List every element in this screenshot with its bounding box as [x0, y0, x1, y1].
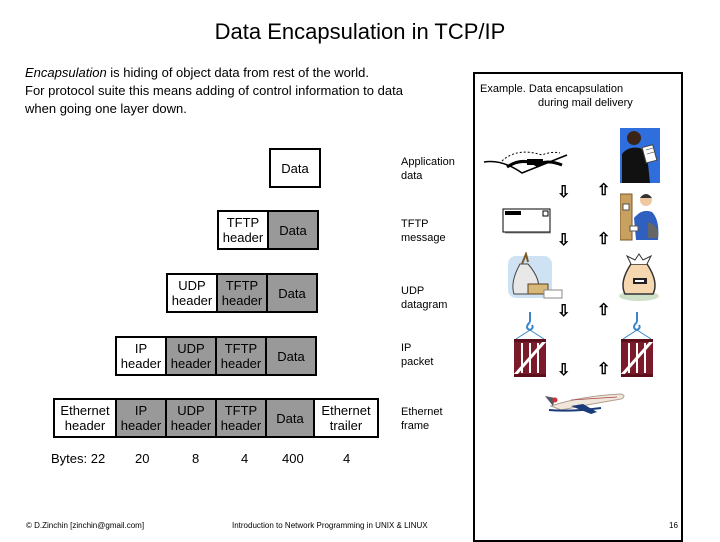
udp-header-cell: UDP header [167, 338, 217, 374]
person-reading-letter-icon [620, 128, 660, 183]
tftp-header-cell: TFTP header [219, 212, 269, 248]
ip-header-cell: IP header [117, 338, 167, 374]
mail-sack-icon [508, 252, 563, 299]
mail-carrier-icon [620, 193, 659, 241]
up-arrow-icon: ⇧ [597, 182, 611, 199]
data-cell: Data [267, 338, 315, 374]
down-arrow-icon: ⇩ [557, 303, 571, 320]
layer-label-tftp: TFTP message [401, 218, 446, 244]
down-arrow-icon: ⇩ [557, 184, 571, 201]
down-arrow-icon: ⇩ [557, 362, 571, 379]
bytes-udp: 8 [192, 451, 200, 466]
up-arrow-icon: ⇧ [597, 361, 611, 378]
application-data-box: Data [269, 148, 321, 188]
ethernet-trailer-cell: Ethernet trailer [315, 400, 377, 436]
up-arrow-icon: ⇧ [597, 302, 611, 319]
layer-label-application: Application data [401, 156, 455, 182]
udp-header-cell: UDP header [167, 400, 217, 436]
layer-label-ethernet: Ethernet frame [401, 406, 443, 432]
footer-author: © D.Zinchin [zinchin@gmail.com] [26, 521, 145, 530]
bytes-trailer: 4 [343, 451, 351, 466]
intro-line-3: when going one layer down. [25, 101, 187, 116]
page-number: 16 [669, 521, 678, 530]
tftp-header-cell: TFTP header [217, 400, 267, 436]
footer-course-title: Introduction to Network Programming in U… [232, 521, 428, 530]
bytes-tftp: 4 [241, 451, 249, 466]
up-arrow-icon: ⇧ [597, 231, 611, 248]
data-cell: Data [269, 212, 317, 248]
ethernet-frame-box: Ethernet header IP header UDP header TFTP he… [53, 398, 379, 438]
cargo-crate-icon [513, 312, 547, 377]
airplane-icon [545, 393, 625, 414]
ip-header-cell: IP header [117, 400, 167, 436]
udp-header-cell: UDP header [168, 275, 218, 311]
intro-line-1: Encapsulation is hiding of object data f… [25, 64, 403, 82]
tftp-header-cell: TFTP header [218, 275, 268, 311]
bytes-data: 400 [282, 451, 304, 466]
slide-title: Data Encapsulation in TCP/IP [214, 19, 506, 44]
tftp-message-box: TFTP header Data [217, 210, 319, 250]
intro-text: Encapsulation is hiding of object data f… [25, 64, 403, 118]
data-cell: Data [271, 150, 319, 186]
intro-term: Encapsulation [25, 65, 107, 80]
letter-writing-icon [483, 151, 568, 174]
ethernet-header-cell: Ethernet header [55, 400, 117, 436]
intro-line-2: For protocol suite this means adding of … [25, 83, 403, 98]
data-cell: Data [268, 275, 316, 311]
bytes-ip: 20 [135, 451, 150, 466]
intro-line-1-rest: is hiding of object data from rest of th… [106, 65, 369, 80]
envelope-icon [502, 208, 551, 234]
down-arrow-icon: ⇩ [557, 232, 571, 249]
layer-label-ip: IP packet [401, 342, 434, 368]
tftp-header-cell: TFTP header [217, 338, 267, 374]
bytes-label: Bytes: 22 [51, 451, 106, 466]
example-caption: Example. Data encapsulation during mail … [480, 83, 633, 109]
money-bag-icon [619, 253, 659, 301]
cargo-crate-icon [620, 312, 654, 377]
ip-packet-box: IP header UDP header TFTP header Data [115, 336, 317, 376]
udp-datagram-box: UDP header TFTP header Data [166, 273, 318, 313]
data-cell: Data [267, 400, 315, 436]
layer-label-udp: UDP datagram [401, 285, 448, 311]
